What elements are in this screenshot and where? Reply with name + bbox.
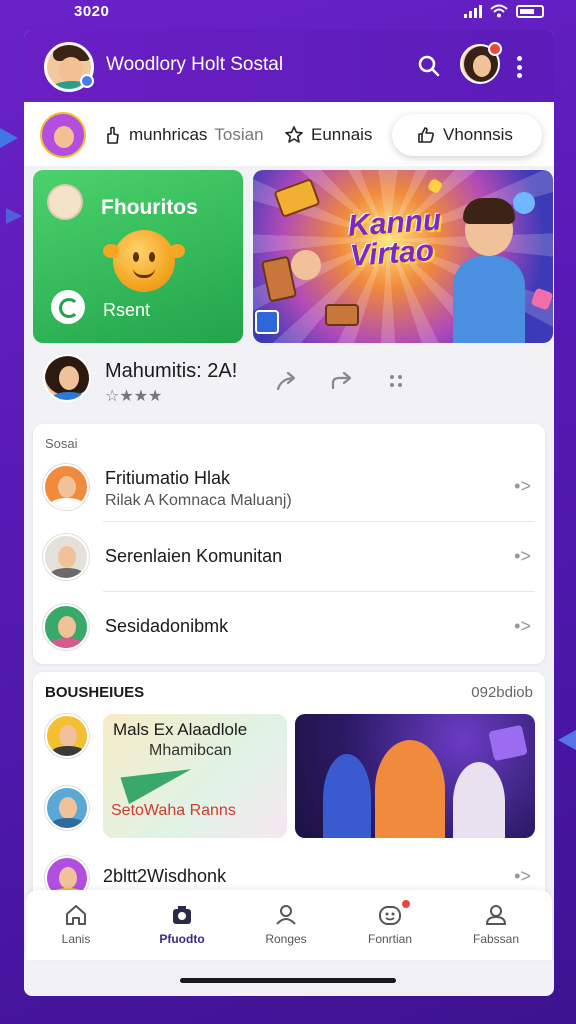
thumbs-up-icon: [418, 127, 434, 143]
list-item-title: 2bltt2Wisdhonk: [103, 866, 227, 886]
chevron-right-icon[interactable]: •>: [514, 476, 531, 497]
status-time: 3020: [74, 3, 110, 20]
post-row[interactable]: Mahumitis: 2A! ☆★★★: [33, 350, 553, 412]
bottom-tab-bar: Lanis Pfuodto Ronges Fonrtian Fabssan: [26, 890, 552, 960]
paper-plane-icon: [120, 755, 196, 805]
tab-label: Fonrtian: [367, 932, 413, 946]
filter-chip-3[interactable]: Vhonnsis: [392, 114, 542, 156]
list-item-title: Fritiumatio Hlak: [105, 468, 231, 488]
profile-icon: [486, 905, 506, 925]
list-avatar: [43, 534, 89, 580]
chevron-right-icon[interactable]: •>: [514, 616, 531, 637]
promo-subtitle: Mhamibcan: [149, 742, 232, 759]
story-avatar[interactable]: [40, 112, 86, 158]
baby-avatar: [47, 184, 83, 220]
game-title: Kannu Virtao: [346, 203, 443, 273]
home-indicator[interactable]: [180, 978, 396, 983]
status-icons: [464, 4, 544, 18]
favorites-banner[interactable]: Fhouritos Rsent: [33, 170, 243, 343]
neon-sign: [488, 724, 528, 762]
decor-shape: [558, 730, 576, 750]
tab-photos[interactable]: Pfuodto: [142, 902, 222, 946]
banner-title: Fhouritos: [101, 196, 198, 219]
search-icon[interactable]: [417, 54, 441, 78]
list-avatar: [43, 464, 89, 510]
member-avatar[interactable]: [45, 786, 89, 830]
section-meta: 092bdiob: [471, 684, 533, 701]
promo-cta[interactable]: SetoWaha Ranns: [111, 802, 236, 820]
chip-label: Vhonnsis: [443, 125, 513, 144]
photo-person: [323, 754, 371, 838]
list-item[interactable]: Fritiumatio Hlak Rilak A Komnaca Maluanj…: [33, 452, 545, 522]
notification-badge: [488, 42, 502, 56]
game-banner[interactable]: Kannu Virtao: [253, 170, 553, 343]
camera-icon: [173, 906, 191, 924]
photo-person: [453, 762, 505, 838]
filter-chip-2[interactable]: Eunnais: [284, 114, 372, 156]
list-item[interactable]: Sesidadonibmk •>: [33, 592, 545, 662]
tab-notification-badge: [400, 898, 412, 910]
app-window: Woodlory Holt Sostal munhricas Tosian Eu…: [24, 30, 554, 996]
sync-icon[interactable]: [51, 290, 85, 324]
tab-label: Lanis: [61, 932, 91, 946]
star-icon: [285, 126, 303, 143]
smiley-emoji-icon: [113, 230, 175, 292]
more-options-icon[interactable]: [516, 56, 522, 78]
home-icon: [66, 905, 86, 925]
decor-shape: [0, 128, 18, 148]
list-avatar: [43, 604, 89, 650]
list-item-title: Serenlaien Komunitan: [105, 546, 283, 566]
decor-shape: [6, 208, 22, 224]
forward-icon[interactable]: [329, 368, 355, 394]
post-rating: ☆★★★: [105, 388, 163, 405]
app-title: Woodlory Holt Sostal: [106, 54, 284, 75]
list-item-subtitle: Rilak A Komnaca Maluanj): [105, 492, 292, 509]
section-heading: BOUSHEIUES: [45, 684, 145, 701]
emoji-icon: [379, 906, 401, 925]
photo-person: [375, 740, 445, 838]
list-item-title: Sesidadonibmk: [105, 616, 229, 636]
chevron-right-icon[interactable]: •>: [514, 546, 531, 567]
tab-home[interactable]: Lanis: [36, 902, 116, 946]
hand-icon: [107, 126, 119, 144]
tab-people[interactable]: Ronges: [246, 902, 326, 946]
suggestions-card: Sosai Fritiumatio Hlak Rilak A Komnaca M…: [33, 424, 545, 664]
battery-icon: [516, 4, 544, 18]
share-icon[interactable]: [273, 368, 299, 394]
child-character: [291, 250, 321, 280]
tab-label: Fabssan: [472, 932, 520, 946]
promo-card[interactable]: Mals Ex Alaadlole Mhamibcan SetoWaha Ran…: [103, 714, 287, 838]
signal-icon: [464, 4, 482, 18]
emoji-hand: [169, 244, 185, 258]
more-icon[interactable]: [383, 368, 409, 394]
post-author-avatar[interactable]: [43, 354, 91, 402]
member-avatar[interactable]: [45, 714, 89, 758]
list-item[interactable]: Serenlaien Komunitan •>: [33, 522, 545, 592]
filter-chip-1[interactable]: munhricas Tosian: [102, 114, 264, 156]
person-icon: [276, 905, 296, 925]
emoji-hand: [103, 244, 119, 258]
chevron-right-icon[interactable]: •>: [514, 866, 531, 887]
tab-label: Ronges: [265, 932, 307, 946]
boy-character: [449, 198, 529, 343]
game-badge-icon: [255, 310, 279, 334]
section-label: Sosai: [45, 436, 78, 451]
tab-label: Pfuodto: [159, 932, 205, 946]
family-photo[interactable]: [295, 714, 535, 838]
chip-label: munhricas: [129, 125, 208, 144]
online-status-icon: [80, 74, 94, 88]
status-bar: 3020: [0, 0, 576, 26]
tab-profile[interactable]: Fabssan: [456, 902, 536, 946]
promo-title: Mals Ex Alaadlole: [113, 720, 248, 739]
tab-reactions[interactable]: Fonrtian: [350, 898, 430, 946]
filter-bar: munhricas Tosian Eunnais Vhonnsis: [24, 102, 554, 166]
bottom-section-card: BOUSHEIUES 092bdiob Mals Ex Alaadlole Mh…: [33, 672, 545, 926]
game-prop: [325, 304, 359, 326]
wifi-icon: [490, 4, 508, 18]
chip-label-muted: Tosian: [214, 125, 264, 144]
post-title: Mahumitis: 2A!: [105, 360, 238, 382]
chip-label: Eunnais: [311, 125, 373, 144]
banner-action[interactable]: Rsent: [103, 300, 150, 321]
header: Woodlory Holt Sostal: [24, 30, 554, 102]
